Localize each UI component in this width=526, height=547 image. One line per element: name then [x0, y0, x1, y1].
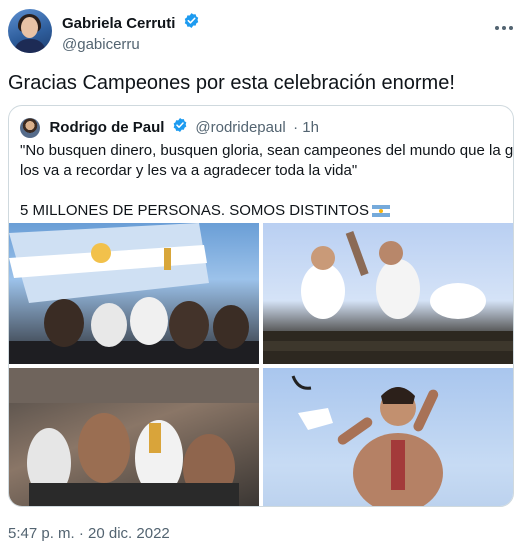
quoted-tweet-age: · 1h — [293, 119, 319, 136]
quoted-text-line: los va a recordar y les va a agradecer t… — [20, 162, 358, 179]
quoted-text-line: 5 MILLONES DE PERSONAS. SOMOS DISTINTOS — [20, 202, 369, 219]
quoted-verified-badge-icon — [172, 117, 188, 138]
argentina-flag-icon — [371, 205, 390, 218]
media-photo-3[interactable] — [9, 368, 259, 506]
tweet-text: Gracias Campeones por esta celebración e… — [8, 72, 455, 94]
tweet-header: Gabriela Cerruti @gabicerru — [8, 8, 518, 56]
quoted-tweet[interactable]: Rodrigo de Paul @rodridepaul · 1h "No bu… — [8, 105, 514, 507]
author-names: Gabriela Cerruti @gabicerru — [62, 12, 200, 55]
more-options-icon[interactable] — [494, 18, 514, 36]
quoted-tweet-text: "No busquen dinero, busquen gloria, sean… — [20, 141, 514, 221]
quoted-author-avatar — [20, 117, 40, 138]
quoted-tweet-header: Rodrigo de Paul @rodridepaul · 1h — [20, 117, 319, 138]
author-display-name[interactable]: Gabriela Cerruti — [62, 14, 175, 33]
quoted-author-handle: @rodridepaul — [195, 119, 286, 136]
tweet-timestamp[interactable]: 5:47 p. m. · 20 dic. 2022 — [8, 525, 170, 542]
quoted-author-display-name: Rodrigo de Paul — [49, 119, 165, 136]
author-handle[interactable]: @gabicerru — [62, 35, 200, 55]
author-avatar[interactable] — [8, 9, 52, 53]
verified-badge-icon — [183, 12, 200, 34]
media-photo-4[interactable] — [263, 368, 513, 506]
media-photo-1[interactable] — [9, 223, 259, 364]
media-photo-2[interactable] — [263, 223, 513, 364]
quoted-text-line: "No busquen dinero, busquen gloria, sean… — [20, 142, 514, 159]
media-grid — [9, 223, 513, 506]
quoted-text-line: 5 MILLONES DE PERSONAS. SOMOS DISTINTOS — [20, 201, 506, 221]
